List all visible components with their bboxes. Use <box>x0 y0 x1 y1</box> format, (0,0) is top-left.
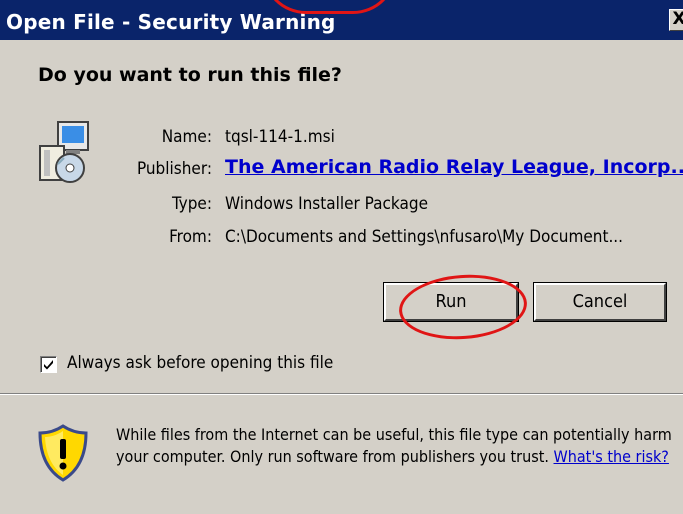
checkmark-icon <box>44 360 53 370</box>
type-label: Type: <box>171 194 212 214</box>
from-label: From: <box>169 227 212 247</box>
window-title: Open File - Security Warning <box>6 10 336 34</box>
dialog-question: Do you want to run this file? <box>38 64 342 86</box>
type-value: Windows Installer Package <box>225 194 428 214</box>
always-ask-label[interactable]: Always ask before opening this file <box>67 353 333 373</box>
highlight-circle-run <box>396 270 530 344</box>
always-ask-checkbox[interactable] <box>40 356 57 373</box>
warning-shield-icon <box>38 424 88 482</box>
from-value: C:\Documents and Settings\nfusaro\My Doc… <box>225 227 624 247</box>
warning-message: While files from the Internet can be use… <box>116 424 676 468</box>
name-value: tqsl-114-1.msi <box>225 127 335 147</box>
publisher-label: Publisher: <box>136 159 212 179</box>
cancel-button[interactable]: Cancel <box>533 282 667 322</box>
close-button[interactable]: X <box>669 9 683 31</box>
whats-the-risk-link[interactable]: What's the risk? <box>554 447 669 466</box>
divider-highlight <box>0 394 683 395</box>
publisher-link[interactable]: The American Radio Relay League, Incorp.… <box>225 156 683 178</box>
name-label: Name: <box>161 127 212 147</box>
